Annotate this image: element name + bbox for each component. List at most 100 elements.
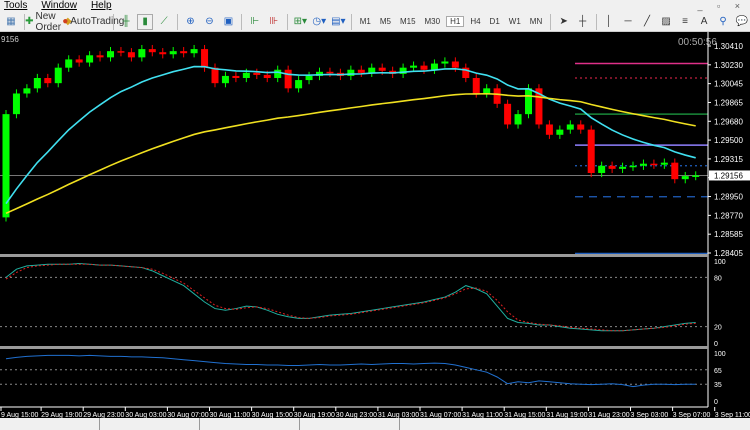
price-label: 1.28405: [714, 249, 743, 258]
autotrading-label: AutoTrading: [70, 16, 125, 27]
candle-body: [430, 63, 438, 70]
candlestick-icon[interactable]: ▮: [137, 13, 154, 30]
candle-body: [75, 59, 83, 63]
candle-body: [65, 59, 73, 68]
new-order-icon: ✚: [25, 16, 34, 27]
candle-body: [54, 67, 62, 84]
candle-body: [44, 78, 52, 84]
crosshair-icon[interactable]: ┼: [575, 14, 591, 30]
candle-body: [451, 61, 459, 68]
candle-body: [650, 163, 658, 166]
chart-tab[interactable]: [300, 418, 400, 430]
vertical-line-icon[interactable]: │: [601, 14, 617, 30]
current-price-label: 1.29156: [714, 171, 743, 180]
candle-body: [305, 75, 313, 81]
candle-body: [608, 165, 616, 169]
price-label: 1.29865: [714, 98, 743, 107]
zoom-in-icon[interactable]: ⊕: [182, 14, 198, 30]
chart-tab[interactable]: [100, 418, 200, 430]
candle-body: [619, 166, 627, 169]
candle-body: [525, 88, 532, 115]
menu-tools[interactable]: Tools: [4, 0, 27, 12]
timeframe-d1[interactable]: D1: [487, 17, 503, 26]
chart-properties-icon[interactable]: ▦: [3, 14, 19, 30]
candle-body: [514, 114, 522, 125]
autotrading-button[interactable]: ● AutoTrading: [62, 14, 124, 30]
indicators-icon[interactable]: ⊞▾: [292, 14, 308, 30]
window-controls[interactable]: _ ▫ ×: [698, 0, 746, 12]
text-icon[interactable]: A: [696, 14, 712, 30]
timeframe-h4[interactable]: H4: [467, 17, 483, 26]
candle-body: [127, 52, 135, 58]
candle-body: [86, 55, 94, 63]
candle-body: [681, 176, 689, 180]
candle-timer: 00:50:56: [678, 37, 717, 48]
candle-body: [483, 88, 491, 94]
timeframe-mn[interactable]: MN: [527, 17, 545, 26]
chat-icon[interactable]: 💬: [734, 14, 750, 30]
fibonacci-icon[interactable]: ≡: [677, 14, 693, 30]
timeframe-m30[interactable]: M30: [422, 17, 444, 26]
templates-icon[interactable]: ▤▾: [330, 14, 346, 30]
candle-body: [420, 65, 428, 70]
candle-body: [138, 49, 146, 58]
candle-body: [190, 49, 198, 54]
auto-scroll-icon[interactable]: ⊩: [247, 14, 263, 30]
candle-body: [357, 69, 365, 73]
candle-body: [504, 103, 512, 125]
candle-body: [629, 165, 637, 168]
candle-body: [378, 67, 386, 71]
chart-tab[interactable]: [0, 418, 100, 430]
chart-shift-icon[interactable]: ⊪: [266, 14, 282, 30]
chart-tab[interactable]: [200, 418, 300, 430]
oscillator-level-label: 100: [714, 351, 726, 358]
periods-icon[interactable]: ◷▾: [311, 14, 327, 30]
candle-body: [660, 162, 668, 165]
timeframe-m5[interactable]: M5: [377, 17, 394, 26]
line-chart-icon[interactable]: ⟋: [156, 14, 172, 30]
oscillator-level-label: 80: [714, 275, 722, 282]
candle-body: [221, 75, 229, 84]
oscillator-level-label: 65: [714, 368, 722, 375]
new-order-label: New Order: [35, 10, 62, 33]
price-label: 1.28585: [714, 230, 743, 239]
price-label: 1.28950: [714, 193, 743, 202]
channel-icon[interactable]: ▨: [658, 14, 674, 30]
stochastic-main-line: [5, 262, 696, 332]
stochastic-signal-line: [5, 263, 696, 332]
candle-body: [577, 124, 585, 130]
candle-body: [671, 162, 679, 180]
price-chart[interactable]: 9156 00:50:56 1.30410 1.30230 1.30045 1.298…: [0, 32, 750, 419]
timeframe-w1[interactable]: W1: [506, 17, 524, 26]
candle-body: [148, 49, 156, 53]
price-label: 1.29500: [714, 136, 743, 145]
menu-help[interactable]: Help: [91, 0, 112, 12]
candle-body: [253, 72, 261, 75]
timeframe-m1[interactable]: M1: [357, 17, 374, 26]
candle-body: [556, 129, 564, 135]
cursor-icon[interactable]: ➤: [556, 14, 572, 30]
timeframe-h1[interactable]: H1: [446, 16, 465, 27]
trendline-icon[interactable]: ╱: [639, 14, 655, 30]
candle-body: [117, 51, 125, 53]
candle-body: [159, 52, 167, 55]
bar-chart-icon[interactable]: ╫: [118, 14, 134, 30]
chart-canvas[interactable]: 9156 00:50:56 1.30410 1.30230 1.30045 1.298…: [0, 32, 750, 419]
new-order-button[interactable]: ✚ New Order: [25, 11, 61, 33]
autotrading-icon: ●: [62, 16, 69, 27]
candle-body: [493, 88, 501, 104]
horizontal-line-icon[interactable]: ─: [620, 14, 636, 30]
candle-body: [274, 69, 282, 79]
candle-body: [107, 51, 114, 58]
oscillator-level-label: 0: [714, 341, 718, 348]
zoom-out-icon[interactable]: ⊖: [201, 14, 217, 30]
search-icon[interactable]: ⚲: [715, 14, 731, 30]
candle-body: [639, 163, 647, 166]
oscillator-level-label: 20: [714, 325, 722, 332]
price-label: 1.29680: [714, 117, 743, 126]
oscillator-level-label: 35: [714, 382, 722, 389]
tile-windows-icon[interactable]: ▣: [220, 14, 236, 30]
timeframe-m15[interactable]: M15: [397, 17, 419, 26]
candle-body: [441, 61, 449, 64]
panel-divider: [0, 346, 708, 349]
